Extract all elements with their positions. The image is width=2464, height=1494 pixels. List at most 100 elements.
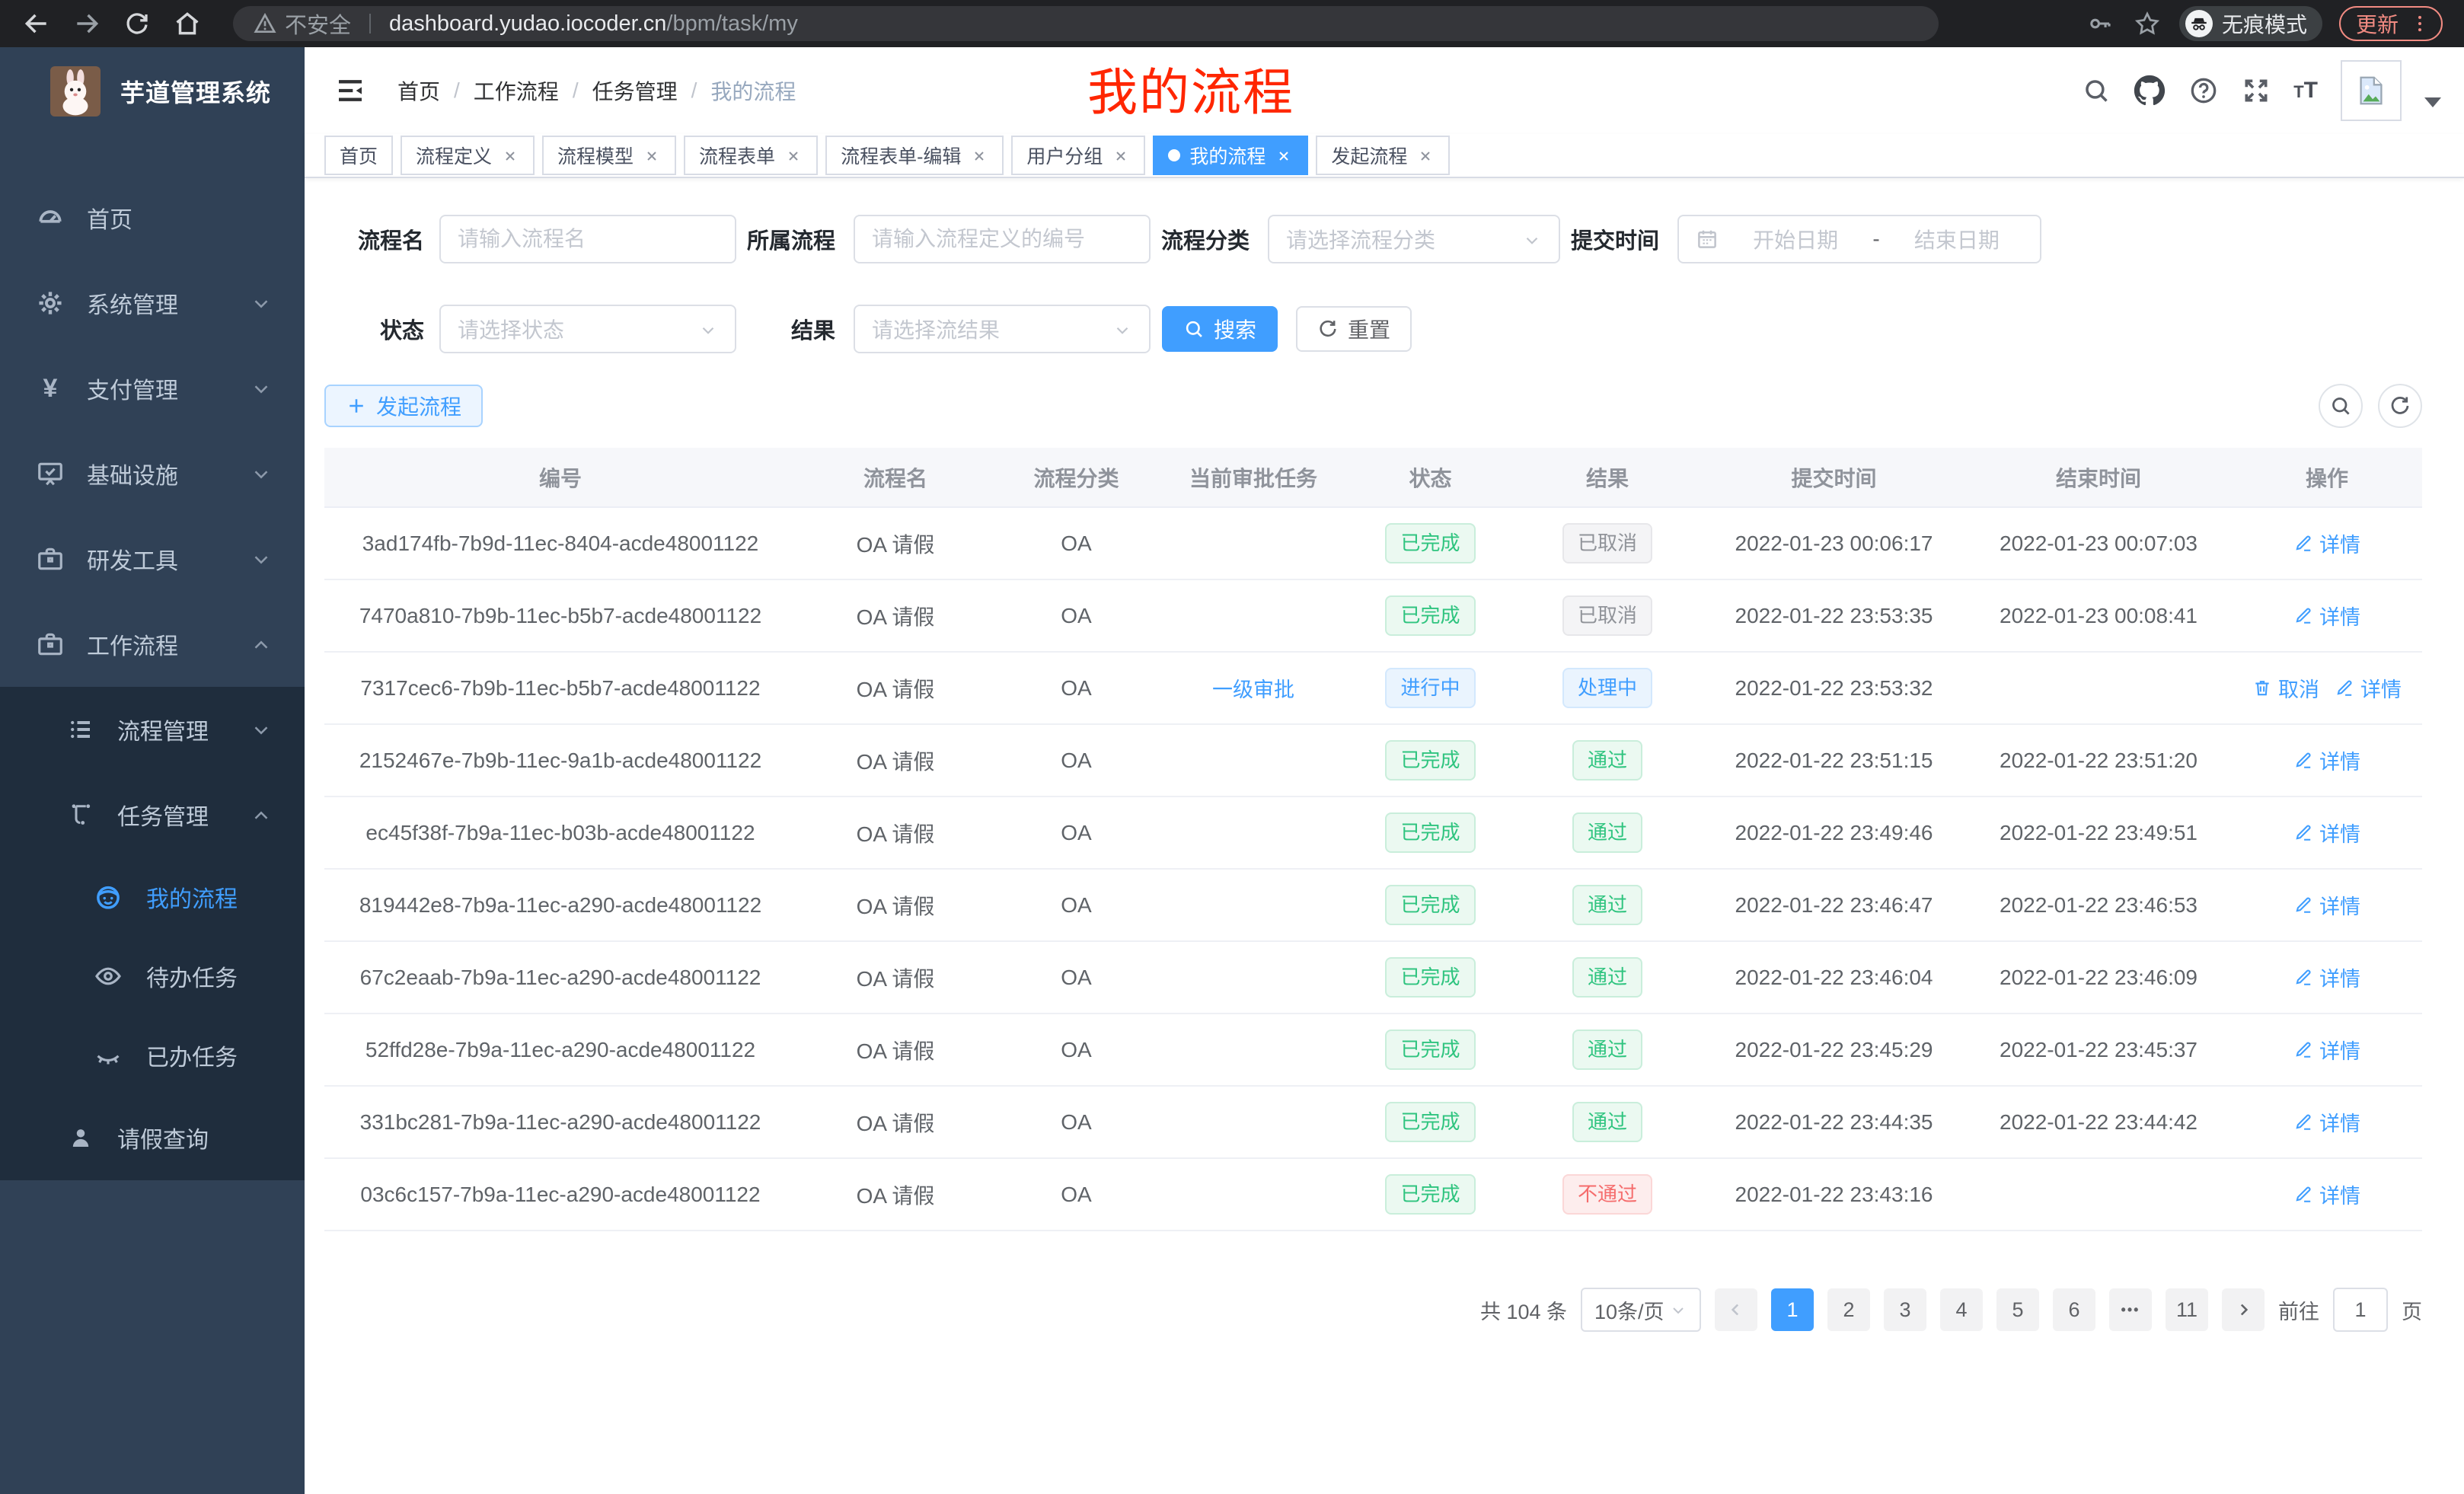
refresh-table-button[interactable] xyxy=(2378,384,2422,428)
page-size-select[interactable]: 10条/页 xyxy=(1581,1288,1701,1332)
process-name: OA 请假 xyxy=(857,533,935,557)
sidebar-item-todo-tasks[interactable]: 待办任务 xyxy=(0,937,305,1016)
sidebar-item-system[interactable]: 系统管理 xyxy=(0,260,305,346)
chevron-down-icon xyxy=(698,317,718,341)
close-icon[interactable] xyxy=(1275,145,1293,165)
sidebar-item-task-management[interactable]: 任务管理 xyxy=(0,772,305,857)
process-category-label: 流程分类 xyxy=(1151,223,1250,255)
start-process-button[interactable]: 发起流程 xyxy=(324,385,483,427)
chevron-down-icon xyxy=(250,717,273,742)
sidebar-item-home[interactable]: 首页 xyxy=(0,175,305,260)
page-button-1[interactable]: 1 xyxy=(1771,1288,1814,1331)
page-button-4[interactable]: 4 xyxy=(1940,1288,1983,1331)
tab-process-model[interactable]: 流程模型 xyxy=(542,136,676,175)
reset-button[interactable]: 重置 xyxy=(1296,306,1412,352)
page-button-2[interactable]: 2 xyxy=(1827,1288,1870,1331)
sidebar-item-dev-tools[interactable]: 研发工具 xyxy=(0,516,305,602)
process-category-select[interactable]: 请选择流程分类 xyxy=(1268,215,1560,263)
process-id: 3ad174fb-7b9d-11ec-8404-acde48001122 xyxy=(362,532,759,555)
page-button-5[interactable]: 5 xyxy=(1996,1288,2039,1331)
goto-page-input[interactable] xyxy=(2333,1288,2388,1332)
github-icon[interactable] xyxy=(2134,75,2166,107)
tab-start-process[interactable]: 发起流程 xyxy=(1316,136,1450,175)
font-size-icon[interactable]: TT xyxy=(2293,78,2318,104)
close-icon[interactable] xyxy=(501,145,519,165)
detail-button[interactable]: 详情 xyxy=(2293,528,2360,558)
toggle-search-button[interactable] xyxy=(2319,384,2363,428)
breadcrumb-workflow[interactable]: 工作流程 xyxy=(474,75,559,106)
page-button-6[interactable]: 6 xyxy=(2053,1288,2095,1331)
process-name-input[interactable] xyxy=(439,215,736,263)
current-task-link[interactable]: 一级审批 xyxy=(1212,673,1294,703)
process-name: OA 请假 xyxy=(857,678,935,701)
process-id: 52ffd28e-7b9a-11ec-a290-acde48001122 xyxy=(365,1038,755,1061)
close-icon[interactable] xyxy=(784,145,803,165)
avatar-dropdown-caret[interactable] xyxy=(2424,97,2441,107)
chevron-down-icon xyxy=(250,375,273,401)
sidebar-item-workflow[interactable]: 工作流程 xyxy=(0,602,305,687)
sidebar-collapse-button[interactable] xyxy=(324,75,376,106)
detail-button[interactable]: 详情 xyxy=(2293,890,2360,920)
page-button-3[interactable]: 3 xyxy=(1884,1288,1926,1331)
refresh-icon xyxy=(1317,318,1339,340)
table-row: 7317cec6-7b9b-11ec-b5b7-acde48001122 OA … xyxy=(324,652,2422,724)
submit-time: 2022-01-22 23:51:15 xyxy=(1735,749,1933,772)
close-icon[interactable] xyxy=(643,145,661,165)
browser-update-menu-button[interactable]: 更新 xyxy=(2339,6,2443,41)
tab-process-definition[interactable]: 流程定义 xyxy=(401,136,535,175)
page-button-11[interactable]: 11 xyxy=(2166,1288,2208,1331)
browser-back-button[interactable] xyxy=(21,8,52,39)
detail-button[interactable]: 详情 xyxy=(2293,1107,2360,1137)
detail-button[interactable]: 详情 xyxy=(2293,1180,2360,1209)
avatar[interactable] xyxy=(2341,60,2402,121)
browser-reload-button[interactable] xyxy=(122,8,152,39)
detail-button[interactable]: 详情 xyxy=(2335,673,2402,703)
chevron-down-icon xyxy=(1669,1298,1687,1322)
detail-button[interactable]: 详情 xyxy=(2293,601,2360,630)
cancel-button[interactable]: 取消 xyxy=(2252,673,2319,703)
tab-process-form-edit[interactable]: 流程表单-编辑 xyxy=(825,136,1004,175)
row-actions: 取消详情 xyxy=(2232,652,2422,724)
sidebar-item-done-tasks[interactable]: 已办任务 xyxy=(0,1016,305,1095)
result-select[interactable]: 请选择流结果 xyxy=(854,305,1151,353)
detail-button[interactable]: 详情 xyxy=(2293,962,2360,992)
process-definition-input[interactable] xyxy=(854,215,1151,263)
submit-time-range-picker[interactable]: 开始日期 - 结束日期 xyxy=(1677,215,2041,263)
bookmark-star-icon[interactable] xyxy=(2132,8,2162,39)
next-page-button[interactable] xyxy=(2222,1288,2265,1331)
sidebar-item-infrastructure[interactable]: 基础设施 xyxy=(0,431,305,516)
browser-home-button[interactable] xyxy=(172,8,203,39)
close-icon[interactable] xyxy=(1112,145,1130,165)
detail-button[interactable]: 详情 xyxy=(2293,745,2360,775)
address-bar[interactable]: 不安全 dashboard.yudao.iocoder.cn/bpm/task/… xyxy=(233,6,1939,41)
detail-button[interactable]: 详情 xyxy=(2293,1035,2360,1065)
tab-my-process[interactable]: 我的流程 xyxy=(1153,136,1308,175)
plus-icon xyxy=(346,395,367,417)
briefcase-icon xyxy=(34,544,67,573)
sidebar-item-leave-query[interactable]: 请假查询 xyxy=(0,1095,305,1180)
chevron-left-icon xyxy=(1726,1300,1746,1320)
breadcrumb-task-management[interactable]: 任务管理 xyxy=(592,75,678,106)
tab-process-form[interactable]: 流程表单 xyxy=(684,136,818,175)
prev-page-button[interactable] xyxy=(1715,1288,1757,1331)
more-pages-button[interactable]: ••• xyxy=(2109,1288,2152,1331)
browser-forward-button[interactable] xyxy=(72,8,102,39)
close-icon[interactable] xyxy=(970,145,988,165)
tab-user-group[interactable]: 用户分组 xyxy=(1011,136,1145,175)
header-search-icon[interactable] xyxy=(2082,76,2111,105)
close-icon[interactable] xyxy=(1416,145,1435,165)
fullscreen-icon[interactable] xyxy=(2242,76,2271,105)
breadcrumb-home[interactable]: 首页 xyxy=(397,75,440,106)
sidebar-item-payment[interactable]: ¥ 支付管理 xyxy=(0,346,305,431)
chevron-up-icon xyxy=(250,802,273,828)
status-select[interactable]: 请选择状态 xyxy=(439,305,736,353)
row-actions: 详情 xyxy=(2232,1158,2422,1231)
sidebar-item-my-process[interactable]: 我的流程 xyxy=(0,857,305,937)
tab-home[interactable]: 首页 xyxy=(324,136,393,175)
help-icon[interactable] xyxy=(2188,75,2219,106)
detail-button[interactable]: 详情 xyxy=(2293,818,2360,848)
search-button[interactable]: 搜索 xyxy=(1162,306,1278,352)
browser-chrome: 不安全 dashboard.yudao.iocoder.cn/bpm/task/… xyxy=(0,0,2464,47)
sidebar-item-process-management[interactable]: 流程管理 xyxy=(0,687,305,772)
password-key-icon[interactable] xyxy=(2085,8,2115,39)
